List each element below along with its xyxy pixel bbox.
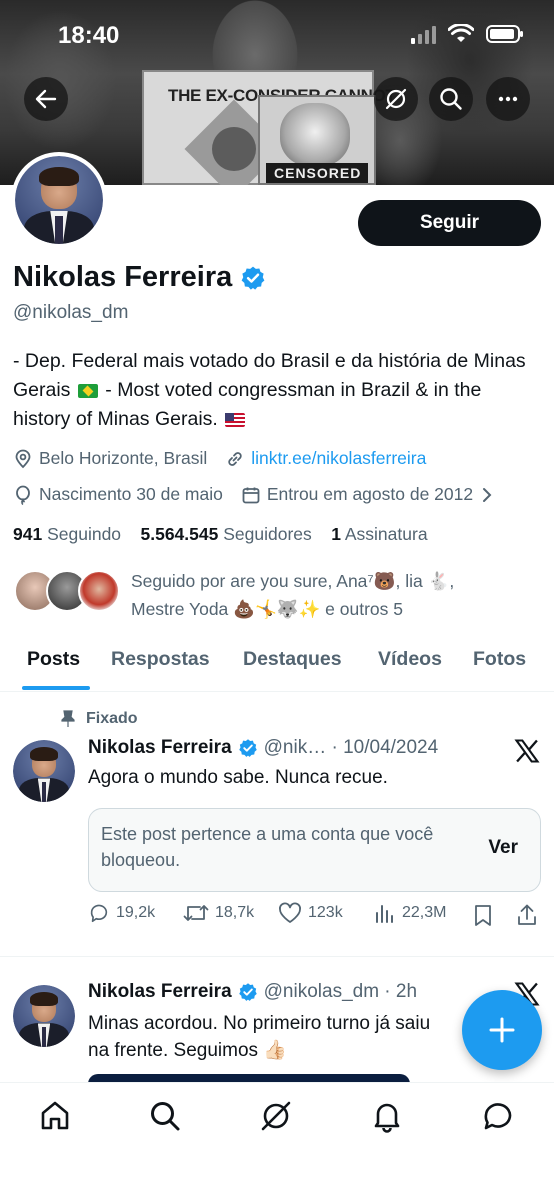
share-icon[interactable] [516,903,538,927]
repost-icon [183,905,209,921]
verified-badge-icon [238,983,257,1001]
status-icons [411,24,524,44]
plus-icon [489,1017,515,1043]
post-meta: @nikolas_dm · 2h [263,981,418,1002]
followed-by-line-1: Seguido por are you sure, Ana⁷🐻, lia 🐇, [131,571,455,591]
tab-videos[interactable]: Vídeos [378,648,442,671]
heart-icon [279,902,301,923]
tab-respostas[interactable]: Respostas [111,648,210,671]
notifications-icon[interactable] [370,1099,404,1133]
followed-by-line-2: Mestre Yoda 💩🤸🐺✨ e outros 5 [131,599,404,619]
blocked-quote-card: Este post pertence a uma conta que você … [88,808,541,892]
post-avatar[interactable] [13,985,75,1047]
repost-button[interactable]: 18,7k [183,902,254,924]
signal-icon [411,24,436,44]
profile-name-text: Nikolas Ferreira [13,261,233,293]
profile-meta-row-1: Belo Horizonte, Brasil linktr.ee/nikolas… [13,448,426,469]
views-count: 22,3M [402,904,447,921]
following-stat[interactable]: 941 Seguindo [13,524,121,544]
profile-handle: @nikolas_dm [13,302,129,323]
wifi-icon [448,24,474,42]
joined-text: Entrou em agosto de 2012 [266,484,474,504]
balloon-icon [16,485,30,505]
verified-badge-icon[interactable] [240,265,266,291]
profile-stats: 941 Seguindo 5.564.545 Seguidores 1 Assi… [13,524,428,545]
follow-button[interactable]: Seguir [358,200,541,246]
location-icon [15,449,31,468]
followed-by-avatars[interactable] [14,570,120,612]
calendar-icon [242,487,260,503]
grok-icon [385,88,407,110]
post-text-line-1: Minas acordou. No primeiro turno já saiu [88,1013,431,1034]
verified-badge-icon [238,739,257,757]
back-button[interactable] [24,77,68,121]
compose-button[interactable] [462,990,542,1070]
repost-count: 18,7k [215,904,255,921]
profile-bio: - Dep. Federal mais votado do Brasil e d… [13,347,543,434]
birthday-text: Nascimento 30 de maio [39,484,223,504]
reply-count: 19,2k [116,904,156,921]
reply-button[interactable]: 19,2k [88,902,155,924]
post-actions: 19,2k 18,7k 123k 22,3M [88,902,543,932]
sign-censored-text: CENSORED [266,163,368,183]
post-meta: @nik… · 10/04/2024 [263,737,439,758]
status-time: 18:40 [58,22,120,49]
location-text: Belo Horizonte, Brasil [39,448,208,468]
x-logo-icon[interactable] [513,737,541,765]
battery-icon [486,25,523,43]
profile-meta-row-2: Nascimento 30 de maio Entrou em agosto d… [13,484,499,505]
us-flag-icon [225,413,246,427]
profile-name: Nikolas Ferreira [13,261,266,294]
profile-tabs: Posts Respostas Destaques Vídeos Fotos [0,630,554,692]
search-icon[interactable] [148,1099,182,1133]
post-avatar[interactable] [13,740,75,802]
tab-fotos[interactable]: Fotos [473,648,526,671]
grok-button[interactable] [374,77,418,121]
pinned-label: Fixado [60,710,138,728]
tab-destaques[interactable]: Destaques [243,648,342,671]
profile-avatar[interactable] [11,152,107,248]
post-text-line-2: na frente. Seguimos 👍🏻 [88,1040,287,1061]
post-header: Nikolas Ferreira @nik… · 10/04/2024 [88,737,438,759]
views-icon [376,905,393,923]
post-divider [0,956,554,957]
post-author-name[interactable]: Nikolas Ferreira [88,981,232,1003]
censored-sign: CENSORED [258,95,376,185]
post-text: Minas acordou. No primeiro turno já saiu… [88,1010,488,1064]
brazil-flag-icon [77,384,98,398]
post-text: Agora o mundo sabe. Nunca recue. [88,767,388,788]
like-count: 123k [308,904,343,921]
view-blocked-button[interactable]: Ver [488,837,518,859]
back-arrow-icon [35,89,57,109]
website-link[interactable]: linktr.ee/nikolasferreira [251,448,426,469]
post-author-name[interactable]: Nikolas Ferreira [88,737,232,759]
messages-icon[interactable] [481,1099,515,1133]
blocked-text: Este post pertence a uma conta que você … [101,824,434,870]
views-button[interactable]: 22,3M [374,902,446,924]
search-button[interactable] [429,77,473,121]
search-icon [440,88,462,110]
active-tab-indicator [22,686,90,690]
like-button[interactable]: 123k [278,902,343,924]
bookmark-icon[interactable] [473,904,493,928]
grok-icon[interactable] [259,1099,293,1133]
pin-icon [61,710,75,727]
followers-stat[interactable]: 5.564.545 Seguidores [141,524,312,544]
subscriptions-stat[interactable]: 1 Assinatura [331,524,427,544]
chevron-right-icon[interactable] [481,487,493,503]
followed-by-text[interactable]: Seguido por are you sure, Ana⁷🐻, lia 🐇, … [131,567,511,623]
home-icon[interactable] [38,1099,72,1133]
reply-icon [90,904,108,923]
bottom-nav [0,1082,554,1200]
link-icon [228,451,242,466]
more-button[interactable] [486,77,530,121]
more-icon [498,96,518,102]
pinned-text: Fixado [86,710,138,727]
tab-posts[interactable]: Posts [27,648,80,671]
post-header: Nikolas Ferreira @nikolas_dm · 2h [88,981,417,1003]
